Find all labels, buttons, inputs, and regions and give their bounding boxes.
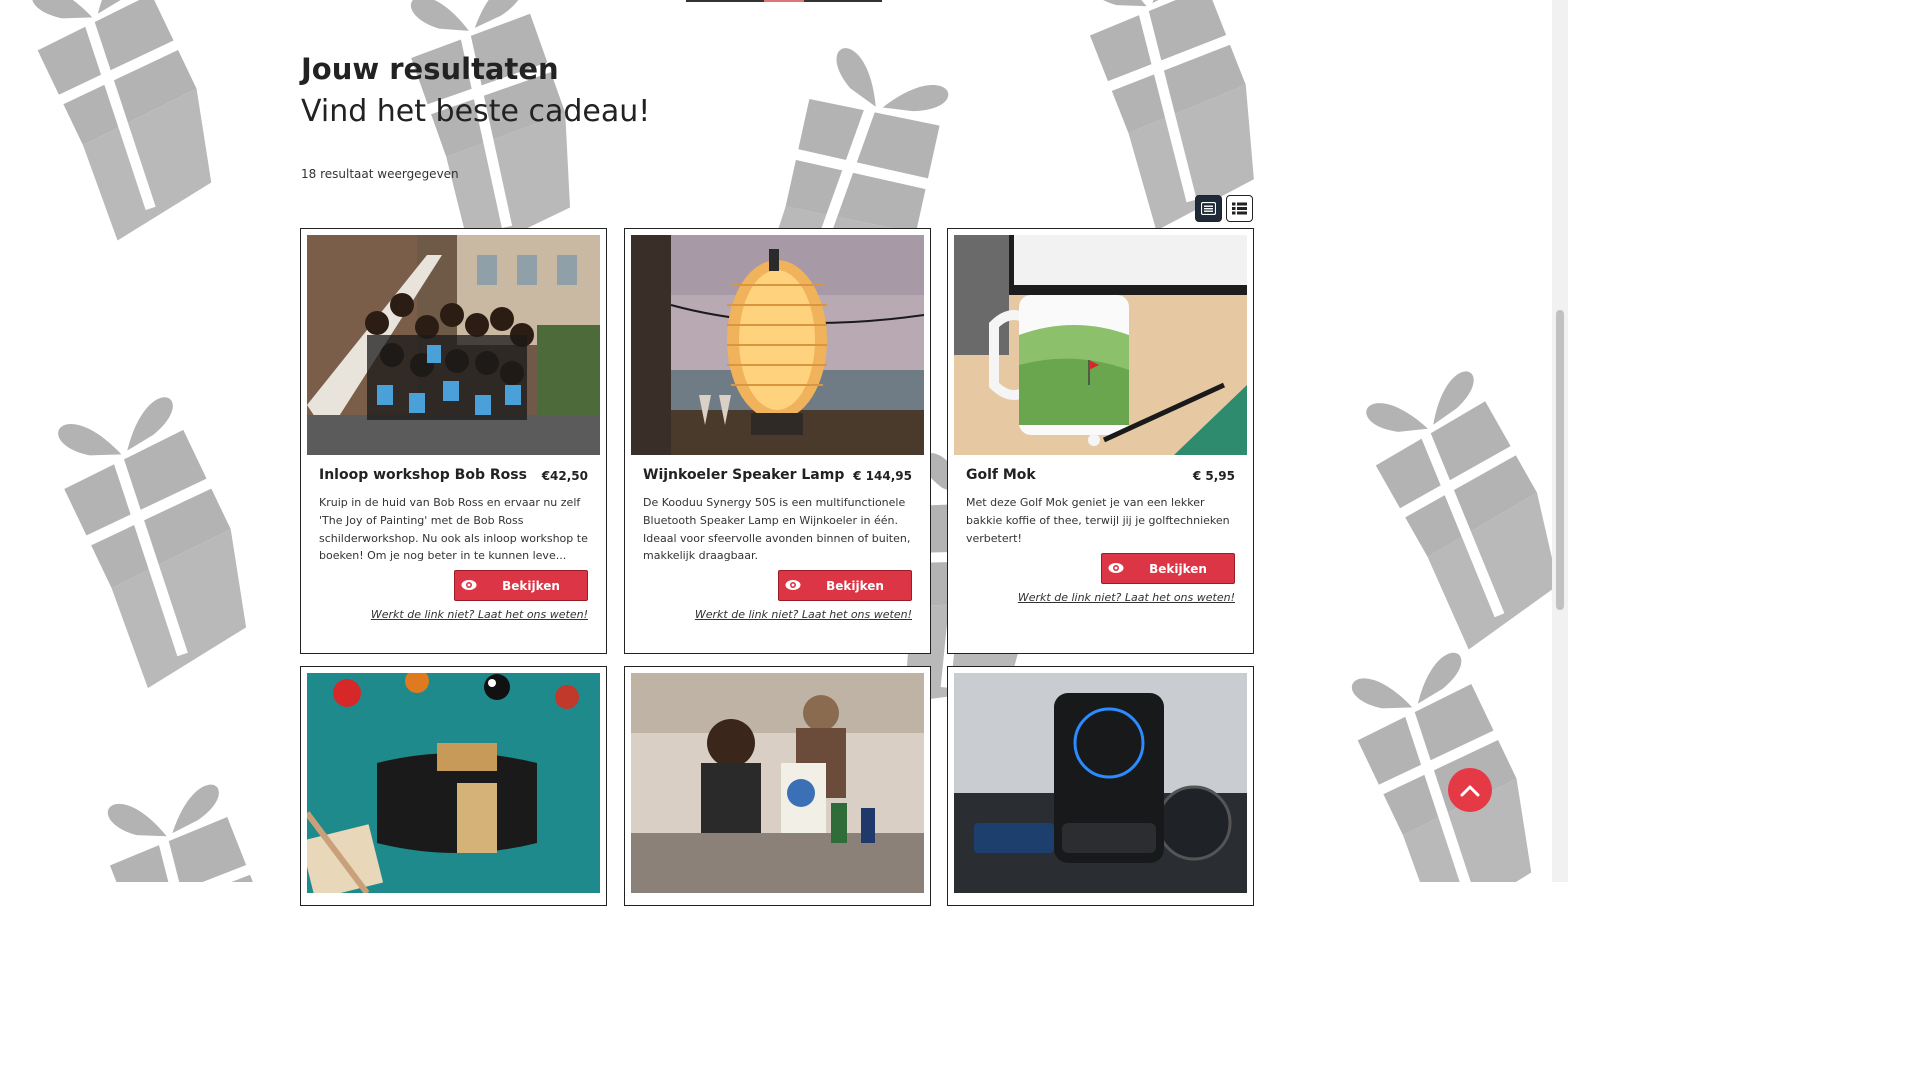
product-card-row2-3 (947, 666, 1254, 906)
report-broken-link[interactable]: Werkt de link niet? Laat het ons weten! (1018, 591, 1235, 604)
chevron-up-icon (1460, 785, 1480, 797)
view-product-button[interactable]: Bekijken (454, 570, 588, 601)
product-card-row2-1 (300, 666, 607, 906)
product-card-bob-ross: Inloop workshop Bob Ross €42,50 Kruip in… (300, 228, 607, 654)
product-image-car-phone-holder[interactable] (954, 673, 1247, 893)
view-product-button[interactable]: Bekijken (1101, 553, 1235, 584)
page-title: Jouw resultaten (301, 52, 559, 86)
button-label: Bekijken (502, 578, 560, 593)
scrollbar-thumb[interactable] (1556, 310, 1564, 610)
scroll-to-top-button[interactable] (1448, 768, 1492, 812)
product-image-golf-mok[interactable] (954, 235, 1247, 455)
report-broken-link[interactable]: Werkt de link niet? Laat het ons weten! (371, 608, 588, 621)
product-title: Inloop workshop Bob Ross (319, 467, 527, 483)
list-view-button[interactable] (1226, 195, 1253, 222)
product-price: € 5,95 (1192, 469, 1235, 483)
page-scrollbar[interactable] (1552, 0, 1568, 882)
product-card-golf-mok: Golf Mok € 5,95 Met deze Golf Mok geniet… (947, 228, 1254, 654)
product-image-painting-workshop[interactable] (631, 673, 924, 893)
button-label: Bekijken (826, 578, 884, 593)
result-count: 18 resultaat weergegeven (301, 167, 459, 181)
product-image-card-shuffler[interactable] (307, 673, 600, 893)
results-section: Jouw resultaten Vind het beste cadeau! 1… (0, 0, 1552, 906)
product-image-bob-ross[interactable] (307, 235, 600, 455)
product-card-row2-2 (624, 666, 931, 906)
report-broken-link[interactable]: Werkt de link niet? Laat het ons weten! (695, 608, 912, 621)
product-card-wijnkoeler: Wijnkoeler Speaker Lamp € 144,95 De Kood… (624, 228, 931, 654)
list-icon (1232, 202, 1247, 215)
grid-icon (1201, 202, 1216, 215)
product-description: De Kooduu Synergy 50S is een multifuncti… (643, 496, 911, 563)
product-price: € 144,95 (853, 469, 912, 483)
page-subtitle: Vind het beste cadeau! (301, 94, 651, 129)
grid-view-button[interactable] (1195, 195, 1222, 222)
product-image-wijnkoeler[interactable] (631, 235, 924, 455)
product-description: Kruip in de huid van Bob Ross en ervaar … (319, 496, 588, 563)
product-price: €42,50 (541, 469, 588, 483)
button-label: Bekijken (1149, 561, 1207, 576)
product-title: Wijnkoeler Speaker Lamp (643, 467, 845, 483)
product-description: Met deze Golf Mok geniet je van een lekk… (966, 496, 1230, 545)
product-title: Golf Mok (966, 467, 1036, 483)
view-product-button[interactable]: Bekijken (778, 570, 912, 601)
